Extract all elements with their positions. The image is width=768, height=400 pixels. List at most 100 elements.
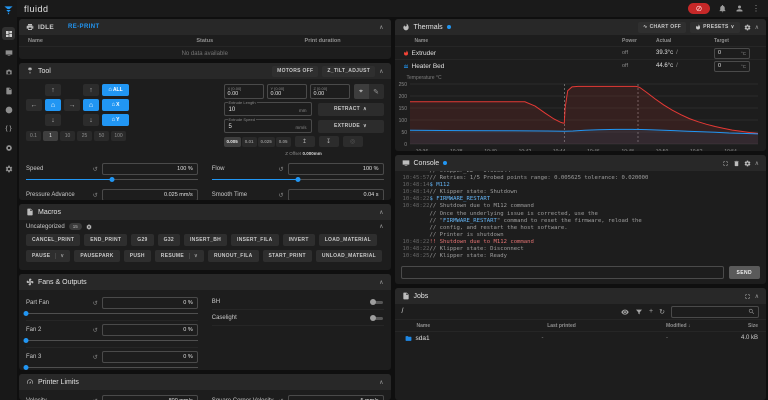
collapse-icon[interactable]: ∧: [379, 209, 383, 216]
step-button[interactable]: 25: [77, 131, 92, 141]
z-offset-up-button[interactable]: ↥: [295, 136, 315, 147]
jobs-row-sda1[interactable]: sda1 - - 4.0 kB: [395, 331, 767, 344]
collapse-icon[interactable]: ∧: [755, 160, 759, 167]
z-offset-step-button[interactable]: 0.025: [258, 137, 275, 147]
reset-icon[interactable]: ↺: [278, 166, 283, 173]
expand-icon[interactable]: [722, 160, 729, 167]
trash-icon[interactable]: [733, 160, 740, 167]
presets-button[interactable]: PRESETS∨: [690, 22, 739, 33]
flow-value-field[interactable]: 100 %: [288, 163, 384, 175]
z-offset-step-button[interactable]: 0.05: [276, 137, 291, 147]
macro-button[interactable]: G32: [158, 234, 180, 246]
reset-icon[interactable]: ↺: [93, 166, 98, 173]
sidebar-item-configure[interactable]: { }: [2, 122, 15, 135]
macro-button[interactable]: INSERT_FILA: [231, 234, 279, 246]
position-mode-icon[interactable]: ⌖: [354, 84, 369, 99]
scv-value-field[interactable]: 5 mm/s: [288, 395, 384, 400]
home-xy-button[interactable]: ⌂: [45, 99, 61, 111]
fluidd-logo[interactable]: [3, 3, 14, 21]
chart-off-button[interactable]: ∿CHART OFF: [638, 22, 686, 33]
macro-button[interactable]: START_PRINT: [263, 250, 312, 262]
reset-icon[interactable]: ↺: [93, 192, 98, 199]
send-button[interactable]: SEND: [729, 266, 761, 279]
step-button[interactable]: 10: [60, 131, 75, 141]
add-file-icon[interactable]: +: [649, 308, 653, 315]
step-button[interactable]: 0.1: [26, 131, 41, 141]
edit-position-icon[interactable]: ✎: [369, 84, 384, 99]
macro-button[interactable]: RESUME∨: [155, 250, 204, 262]
extrude-length-field[interactable]: Extrude Length 10 mm: [224, 102, 312, 116]
macro-button[interactable]: G29: [131, 234, 153, 246]
macro-button[interactable]: END_PRINT: [84, 234, 127, 246]
z-offset-step-button[interactable]: 0.01: [242, 137, 257, 147]
macro-button[interactable]: LOAD_MATERIAL: [319, 234, 377, 246]
category-collapse-icon[interactable]: ∧: [379, 223, 383, 230]
collapse-icon[interactable]: ∧: [755, 293, 759, 300]
jobs-search-input[interactable]: [671, 306, 759, 318]
sidebar-item-camera[interactable]: [2, 65, 15, 78]
z-tilt-adjust-button[interactable]: Z_TILT_ADJUST: [322, 66, 375, 77]
macro-button[interactable]: PUSH: [124, 250, 151, 262]
home-all-button[interactable]: ⌂ALL: [102, 84, 129, 96]
jog-z-minus-button[interactable]: ↓: [83, 114, 99, 126]
retract-button[interactable]: RETRACT∧: [318, 103, 384, 116]
console-command-input[interactable]: [401, 266, 724, 279]
sidebar-item-dashboard[interactable]: [2, 27, 15, 40]
step-button[interactable]: 1: [43, 131, 58, 141]
speed-value-field[interactable]: 100 %: [102, 163, 198, 175]
collapse-icon[interactable]: ∧: [379, 279, 383, 286]
extrude-button[interactable]: EXTRUDE∨: [318, 120, 384, 133]
collapse-icon[interactable]: ∧: [379, 24, 383, 31]
jog-x-minus-button[interactable]: ←: [26, 99, 42, 111]
extrude-speed-field[interactable]: Extrude Speed 5 mm/s: [224, 119, 312, 133]
fan2-slider[interactable]: [26, 337, 198, 344]
pressure-advance-value-field[interactable]: 0.025 mm/s: [102, 189, 198, 200]
fan3-value-field[interactable]: 0 %: [102, 351, 198, 363]
thermals-settings-icon[interactable]: [744, 24, 751, 31]
macro-button[interactable]: INSERT_BH: [184, 234, 227, 246]
user-icon[interactable]: [735, 4, 744, 13]
jog-y-minus-button[interactable]: ↓: [45, 114, 61, 126]
sidebar-item-settings[interactable]: [2, 162, 15, 175]
heater-bed-row[interactable]: Heater Bed off 44.6°c/ 0°C: [395, 59, 767, 72]
speed-slider[interactable]: [26, 176, 198, 183]
fan3-slider[interactable]: [26, 364, 198, 370]
part-fan-value-field[interactable]: 0 %: [102, 297, 198, 309]
overflow-menu-icon[interactable]: ⋮: [752, 4, 760, 13]
sidebar-item-console[interactable]: [2, 46, 15, 59]
sidebar-item-history[interactable]: [2, 103, 15, 116]
y-position-field[interactable]: Y [0.00]0.00: [267, 84, 307, 99]
macro-button[interactable]: RUNOUT_FILA: [208, 250, 259, 262]
macro-settings-icon[interactable]: [86, 224, 92, 230]
reprint-button[interactable]: RE-PRINT: [68, 24, 100, 30]
heater-bed-target-input[interactable]: 0°C: [714, 61, 750, 72]
jog-y-plus-button[interactable]: ↑: [45, 84, 61, 96]
emergency-stop-button[interactable]: ⊘: [688, 3, 710, 14]
z-offset-down-button[interactable]: ↧: [319, 136, 339, 147]
macro-button[interactable]: PAUSE∨: [26, 250, 70, 262]
extruder-target-input[interactable]: 0°C: [714, 48, 750, 59]
reset-icon[interactable]: ↺: [278, 192, 283, 199]
step-button[interactable]: 50: [94, 131, 109, 141]
smooth-time-value-field[interactable]: 0.04 s: [288, 189, 384, 200]
home-x-button[interactable]: ⌂X: [102, 99, 129, 111]
sidebar-item-files[interactable]: [2, 84, 15, 97]
jog-z-plus-button[interactable]: ↑: [83, 84, 99, 96]
collapse-icon[interactable]: ∧: [755, 24, 759, 31]
x-position-field[interactable]: X [0.00]0.00: [224, 84, 264, 99]
caselight-toggle[interactable]: [370, 314, 384, 322]
probe-calibrate-button[interactable]: ◎: [343, 136, 363, 147]
home-y-button[interactable]: ⌂Y: [102, 114, 129, 126]
hidden-files-icon[interactable]: [621, 308, 629, 316]
extruder-row[interactable]: Extruder off 39.3°c/ 0°C: [395, 46, 767, 59]
macro-button[interactable]: CANCEL_PRINT: [26, 234, 80, 246]
collapse-icon[interactable]: ∧: [379, 379, 383, 386]
z-position-field[interactable]: Z [0.00]0.00: [310, 84, 350, 99]
filter-icon[interactable]: [635, 308, 643, 316]
reset-icon[interactable]: ↺: [93, 354, 98, 361]
bh-toggle[interactable]: [370, 298, 384, 306]
velocity-value-field[interactable]: 800 mm/s: [102, 395, 198, 400]
macro-button[interactable]: UNLOAD_MATERIAL: [316, 250, 382, 262]
jog-x-plus-button[interactable]: →: [64, 99, 80, 111]
collapse-icon[interactable]: ∧: [379, 68, 383, 75]
